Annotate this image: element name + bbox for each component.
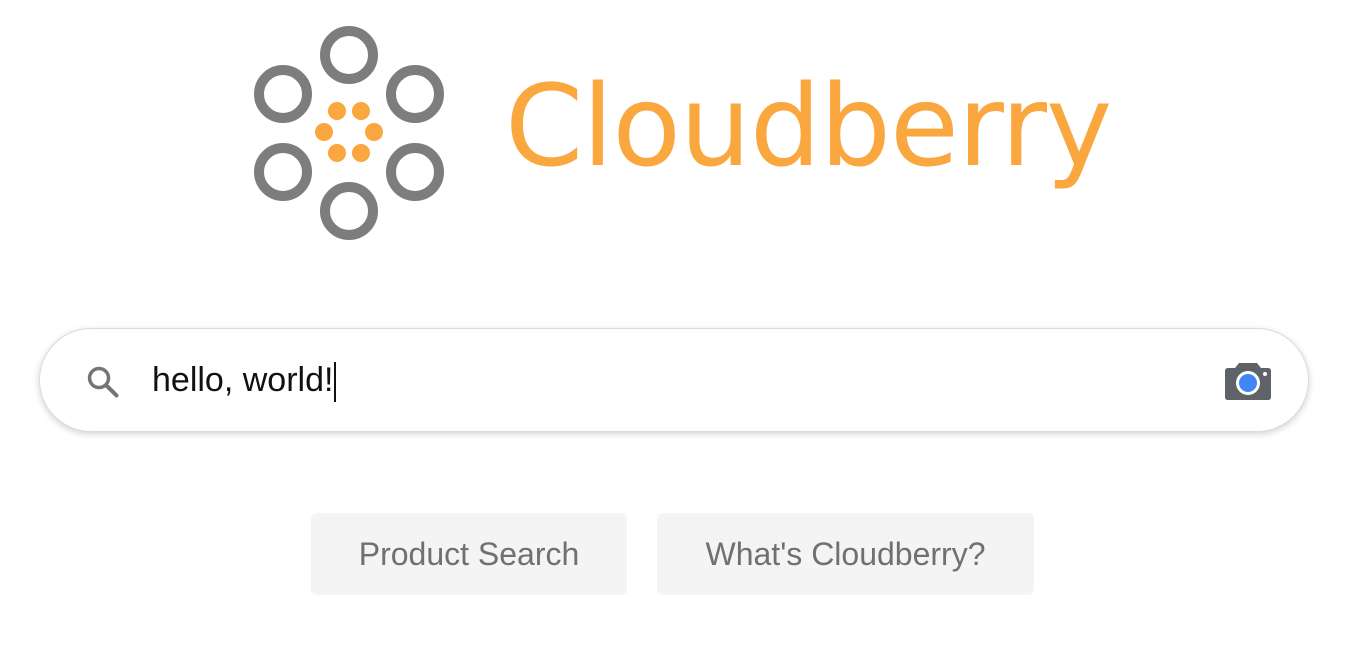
logo-text: Cloudberry [505, 62, 1112, 192]
logo: Cloudberry [0, 0, 1347, 260]
search-input[interactable]: hello, world! [152, 351, 1192, 409]
search-icon[interactable] [84, 363, 122, 401]
product-search-button[interactable]: Product Search [311, 513, 627, 595]
camera-icon[interactable] [1224, 359, 1272, 401]
page: Cloudberry hello, world! Product Search … [0, 0, 1347, 654]
search-input-value: hello, world! [152, 361, 334, 399]
whats-cloudberry-button[interactable]: What's Cloudberry? [657, 513, 1034, 595]
text-caret [334, 362, 337, 403]
cloudberry-logo-icon [254, 26, 444, 240]
search-bar[interactable]: hello, world! [39, 328, 1309, 432]
